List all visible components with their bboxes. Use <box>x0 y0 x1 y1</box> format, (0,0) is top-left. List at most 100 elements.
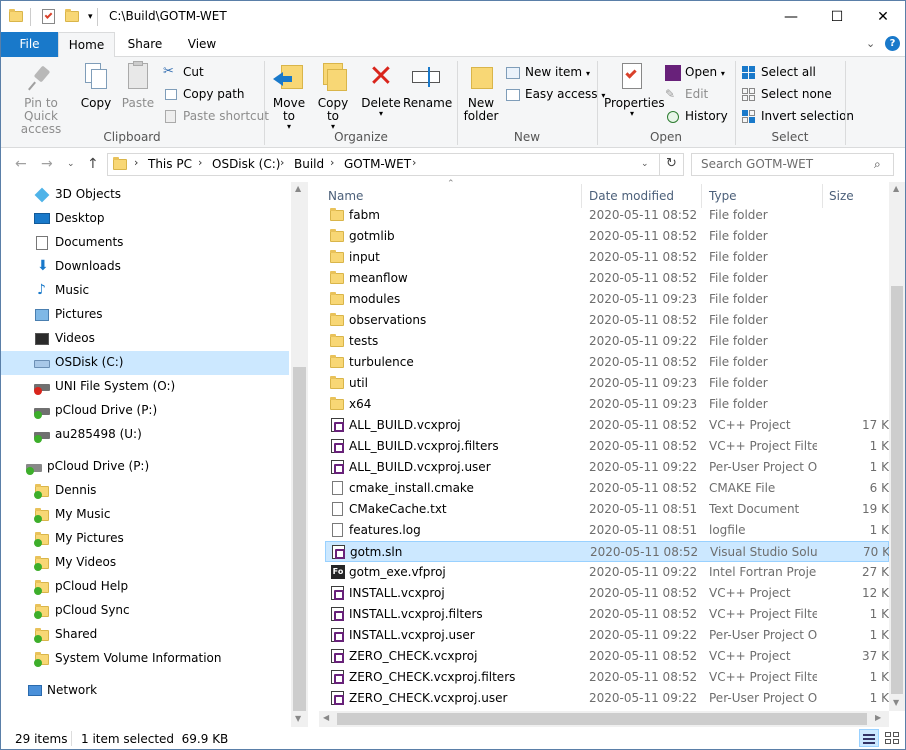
nav-item[interactable]: System Volume Information <box>1 647 289 671</box>
back-arrow-icon[interactable]: ← <box>15 156 27 172</box>
nav-scroll-thumb[interactable] <box>293 367 306 711</box>
scroll-down-chevron-icon[interactable]: ▼ <box>893 698 899 707</box>
paste-shortcut-button[interactable]: Paste shortcut <box>163 107 269 127</box>
copy-button[interactable]: Copy <box>79 61 113 110</box>
nav-item[interactable]: ⬇ Downloads <box>1 255 289 279</box>
up-arrow-icon[interactable]: ↑ <box>87 156 99 172</box>
nav-item[interactable]: My Music <box>1 503 289 527</box>
customize-qat-chevron-icon[interactable]: ▾ <box>88 12 93 22</box>
ribbon-expand-chevron-icon[interactable]: ⌄ <box>866 37 875 50</box>
help-icon[interactable]: ? <box>885 36 900 51</box>
search-icon[interactable]: ⌕ <box>874 157 881 172</box>
delete-button[interactable]: ✕ Delete ▾ <box>361 61 401 118</box>
tab-share[interactable]: Share <box>117 32 173 57</box>
nav-item[interactable]: au285498 (U:) <box>1 423 289 447</box>
breadcrumb-chevron-icon[interactable]: › <box>280 156 284 169</box>
select-all-button[interactable]: Select all <box>741 63 816 83</box>
breadcrumb-build[interactable]: Build <box>294 157 324 171</box>
copy-to-button[interactable]: Copy to ▾ <box>313 61 353 131</box>
horizontal-scroll-thumb[interactable] <box>337 713 867 725</box>
breadcrumb-osdisk[interactable]: OSDisk (C:) <box>212 157 280 171</box>
nav-item[interactable]: 3D Objects <box>1 183 289 207</box>
column-header-date-modified[interactable]: Date modified <box>589 189 674 203</box>
tab-home[interactable]: Home <box>58 32 115 58</box>
nav-item[interactable]: pCloud Sync <box>1 599 289 623</box>
forward-arrow-icon[interactable]: → <box>41 156 53 172</box>
file-row[interactable]: gotmlib 2020-05-11 08:52 File folder <box>325 226 889 247</box>
nav-item[interactable]: My Videos <box>1 551 289 575</box>
nav-scrollbar[interactable]: ▲ ▼ <box>291 182 308 727</box>
open-button[interactable]: Open ▾ <box>665 63 725 83</box>
breadcrumb-this-pc[interactable]: This PC <box>148 157 192 171</box>
nav-item[interactable]: Shared <box>1 623 289 647</box>
file-row[interactable]: ALL_BUILD.vcxproj.user 2020-05-11 09:22 Pe… <box>325 457 889 478</box>
tab-file[interactable]: File <box>1 32 58 57</box>
column-header-name[interactable]: Name <box>328 189 363 203</box>
breadcrumb-chevron-icon[interactable]: › <box>412 156 416 169</box>
file-row[interactable]: tests 2020-05-11 09:22 File folder <box>325 331 889 352</box>
details-view-icon[interactable] <box>859 729 879 747</box>
scroll-right-chevron-icon[interactable]: ▶ <box>875 713 881 722</box>
tab-view[interactable]: View <box>173 32 231 57</box>
file-row[interactable]: fabm 2020-05-11 08:52 File folder <box>325 205 889 226</box>
close-button[interactable]: ✕ <box>860 1 905 32</box>
move-to-button[interactable]: Move to ▾ <box>269 61 309 131</box>
nav-item[interactable]: Documents <box>1 231 289 255</box>
nav-item[interactable]: My Pictures <box>1 527 289 551</box>
recent-locations-chevron-icon[interactable]: ⌄ <box>67 159 75 169</box>
address-dropdown-chevron-icon[interactable]: ⌄ <box>641 159 649 169</box>
breadcrumb-gotm-wet[interactable]: GOTM-WET <box>344 157 411 171</box>
properties-check-icon[interactable] <box>41 8 57 26</box>
nav-item[interactable]: OSDisk (C:) <box>1 351 289 375</box>
address-bar[interactable]: › This PC › OSDisk (C:) › Build › GOTM-W… <box>107 153 660 176</box>
nav-item[interactable]: ♪ Music <box>1 279 289 303</box>
file-row[interactable]: ZERO_CHECK.vcxproj.filters 2020-05-11 08:… <box>325 667 889 688</box>
nav-item[interactable]: UNI File System (O:) <box>1 375 289 399</box>
file-row[interactable]: ALL_BUILD.vcxproj.filters 2020-05-11 08:5… <box>325 436 889 457</box>
column-header-type[interactable]: Type <box>709 189 737 203</box>
file-row[interactable]: observations 2020-05-11 08:52 File folder <box>325 310 889 331</box>
select-none-button[interactable]: Select none <box>741 85 832 105</box>
large-icons-view-icon[interactable] <box>883 730 901 746</box>
file-row[interactable]: ZERO_CHECK.vcxproj 2020-05-11 08:52 VC++ P… <box>325 646 889 667</box>
scroll-down-chevron-icon[interactable]: ▼ <box>295 714 301 723</box>
pin-quick-access-button[interactable]: Pin to Quick access <box>7 61 75 136</box>
history-button[interactable]: History <box>665 107 728 127</box>
breadcrumb-chevron-icon[interactable]: › <box>198 156 202 169</box>
file-row[interactable]: modules 2020-05-11 09:23 File folder <box>325 289 889 310</box>
nav-item[interactable]: pCloud Drive (P:) <box>1 455 289 479</box>
nav-item[interactable]: Videos <box>1 327 289 351</box>
new-folder-button[interactable]: New folder <box>461 61 501 123</box>
file-list-vertical-scrollbar[interactable]: ▲ ▼ <box>889 182 905 711</box>
maximize-button[interactable]: ☐ <box>814 1 860 32</box>
file-list-horizontal-scrollbar[interactable]: ◀ ▶ <box>319 711 889 727</box>
nav-item[interactable]: pCloud Help <box>1 575 289 599</box>
file-row[interactable]: INSTALL.vcxproj 2020-05-11 08:52 VC++ Proj… <box>325 583 889 604</box>
file-row[interactable]: INSTALL.vcxproj.user 2020-05-11 09:22 Per-… <box>325 625 889 646</box>
paste-button[interactable]: Paste <box>119 61 157 110</box>
breadcrumb-chevron-icon[interactable]: › <box>330 156 334 169</box>
easy-access-button[interactable]: Easy access ▾ <box>505 85 605 105</box>
properties-button[interactable]: Properties ▾ <box>604 61 665 118</box>
cut-button[interactable]: ✂ Cut <box>163 63 204 83</box>
copy-path-button[interactable]: Copy path <box>163 85 245 105</box>
scroll-up-chevron-icon[interactable]: ▲ <box>295 184 301 193</box>
file-row[interactable]: gotm.sln 2020-05-11 08:52 Visual Studio So… <box>325 541 890 562</box>
nav-item[interactable]: Network <box>1 679 289 703</box>
file-row[interactable]: util 2020-05-11 09:23 File folder <box>325 373 889 394</box>
nav-item[interactable]: Desktop <box>1 207 289 231</box>
search-input[interactable]: Search GOTM-WET ⌕ <box>691 153 894 176</box>
file-row[interactable]: INSTALL.vcxproj.filters 2020-05-11 08:52 V… <box>325 604 889 625</box>
rename-button[interactable]: Rename <box>403 61 452 110</box>
file-row[interactable]: Fo gotm_exe.vfproj 2020-05-11 09:22 Intel F… <box>325 562 889 583</box>
nav-item[interactable]: Dennis <box>1 479 289 503</box>
file-row[interactable]: CMakeCache.txt 2020-05-11 08:51 Text Docum… <box>325 499 889 520</box>
column-header-size[interactable]: Size <box>829 189 854 203</box>
nav-item[interactable]: Pictures <box>1 303 289 327</box>
minimize-button[interactable]: — <box>768 1 814 32</box>
file-row[interactable]: cmake_install.cmake 2020-05-11 08:52 CMAKE… <box>325 478 889 499</box>
breadcrumb-chevron-icon[interactable]: › <box>134 156 138 169</box>
file-row[interactable]: features.log 2020-05-11 08:51 logfile 1 K <box>325 520 889 541</box>
file-row[interactable]: input 2020-05-11 08:52 File folder <box>325 247 889 268</box>
edit-button[interactable]: ✎ Edit <box>665 85 708 105</box>
